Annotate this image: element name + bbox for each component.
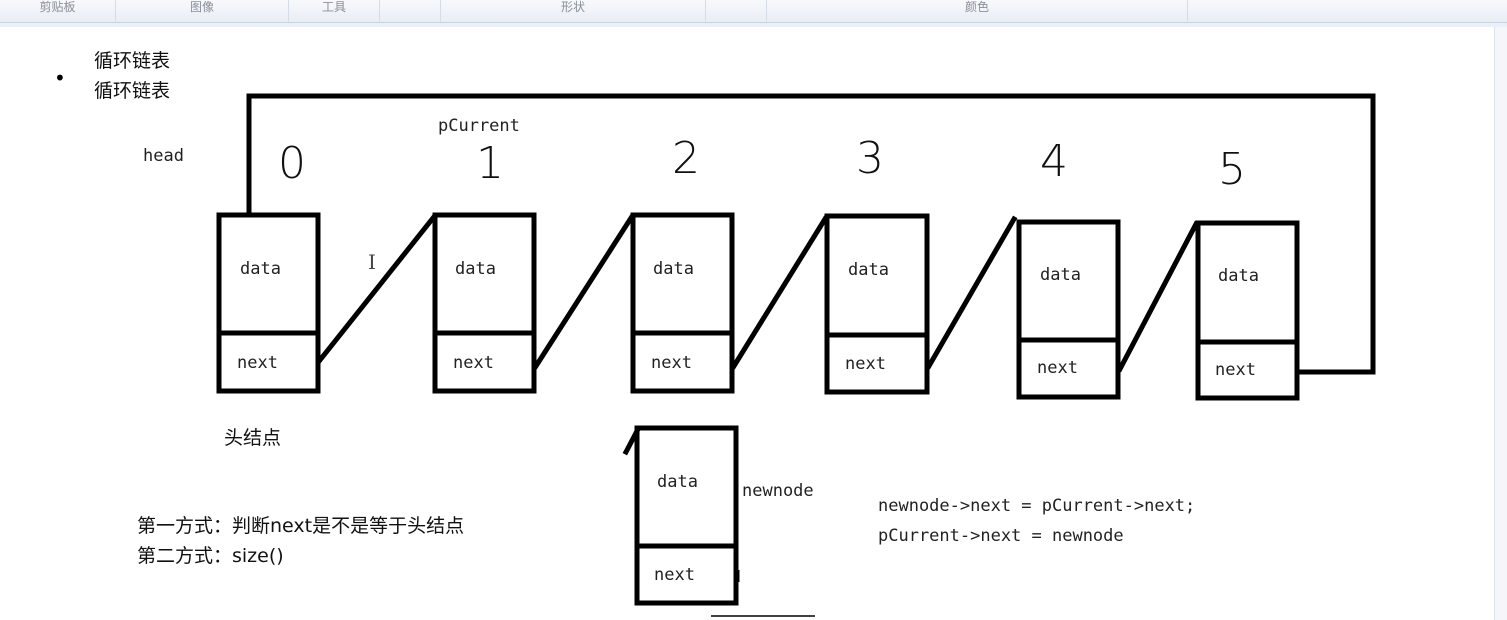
link-2-3 [730,215,829,370]
node-1-next: next [453,353,494,373]
newnode-data: data [657,472,698,492]
node-2-data: data [653,259,694,279]
note-line-2: 循环链表 [94,80,171,102]
node-index-5: 5 [1218,144,1246,195]
link-1-2 [532,214,635,370]
node-index-2: 2 [672,133,700,184]
newnode-label: newnode [742,481,814,501]
code-line-1: newnode->next = pCurrent->next; [878,496,1196,516]
node-index-0: 0 [278,138,306,189]
link-3-4 [925,215,1018,370]
note-line-1: 循环链表 [94,50,171,72]
node-index-1: 1 [476,138,504,189]
method-second: 第二方式：size() [137,545,284,567]
code-line-2: pCurrent->next = newnode [878,526,1124,546]
link-4-5 [1116,220,1200,373]
head-label: head [143,146,184,166]
node-5-data: data [1218,266,1259,286]
node-index-4: 4 [1040,136,1068,187]
pcurrent-label: pCurrent [438,116,520,136]
method-first: 第一方式：判断next是不是等于头结点 [137,515,465,537]
link-0-1 [316,214,437,364]
text-cursor-icon: I [368,250,376,274]
node-0-next: next [237,353,278,373]
node-5-next: next [1215,360,1256,380]
node-index-3: 3 [856,133,884,184]
node-0-data: data [240,259,281,279]
head-node-label: 头结点 [224,427,282,449]
bullet-point: • [54,66,66,90]
node-3-data: data [848,260,889,280]
node-4-next: next [1037,358,1078,378]
node-4-data: data [1040,265,1081,285]
node-1-data: data [455,259,496,279]
node-3-next: next [845,354,886,374]
newnode-next: next [654,565,695,585]
node-2-next: next [651,353,692,373]
